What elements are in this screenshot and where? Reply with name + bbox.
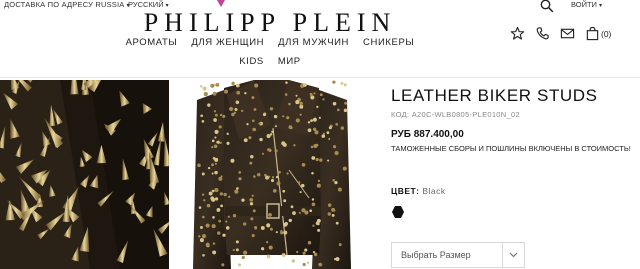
nav-row-primary: АРОМАТЫ ДЛЯ ЖЕНЩИН ДЛЯ МУЖЧИН СНИКЕРЫ [110,37,430,48]
chevron-down-icon [502,243,524,267]
color-row: ЦВЕТ: Black [391,186,446,196]
product-image-closeup[interactable] [0,80,169,269]
product-code: КОД: A20C-WLB0805-PLE010N_02 [391,110,520,119]
nav-item-men[interactable]: ДЛЯ МУЖЧИН [278,37,349,48]
color-value: Black [422,186,446,196]
size-placeholder: Выбрать Размер [401,250,471,260]
color-swatch-black[interactable] [391,205,405,219]
product-image-jacket[interactable] [169,80,374,269]
duty-notice: ТАМОЖЕННЫЕ СБОРЫ И ПОШЛИНЫ ВКЛЮЧЕНЫ В СТ… [391,144,631,153]
product-details: LEATHER BIKER STUDS КОД: A20C-WLB0805-PL… [391,86,631,268]
size-select[interactable]: Выбрать Размер [391,242,525,268]
nav-row-secondary: KIDS МИР [110,56,430,67]
login-label: ВОЙТИ [571,0,597,9]
nav-item-fragrances[interactable]: АРОМАТЫ [126,37,178,48]
brand-logo[interactable]: PHILIPP PLEIN [104,8,436,38]
bag-icon [586,26,599,41]
cart-button[interactable]: (0) [585,26,611,41]
color-label: ЦВЕТ: [391,186,420,196]
header-divider [0,77,640,78]
nav-item-world[interactable]: МИР [278,56,301,67]
gem-icon [217,0,225,7]
search-icon[interactable] [540,0,554,13]
main-navigation: АРОМАТЫ ДЛЯ ЖЕНЩИН ДЛЯ МУЖЧИН СНИКЕРЫ KI… [110,37,430,67]
nav-item-kids[interactable]: KIDS [239,56,264,67]
jacket-graphic [193,80,351,269]
nav-item-women[interactable]: ДЛЯ ЖЕНЩИН [191,37,264,48]
mail-icon[interactable] [560,26,575,41]
chevron-down-icon: ▾ [598,3,602,9]
cart-count: (0) [601,28,612,39]
header-actions: (0) [510,26,611,41]
login-menu[interactable]: ВОЙТИ ▾ [571,0,602,9]
star-icon[interactable] [510,26,525,41]
product-title: LEATHER BIKER STUDS [391,86,598,105]
studs-closeup-graphic [0,80,169,269]
phone-icon[interactable] [535,26,550,41]
product-price: РУБ 887.400,00 [391,129,464,140]
nav-item-sneakers[interactable]: СНИКЕРЫ [363,37,414,48]
